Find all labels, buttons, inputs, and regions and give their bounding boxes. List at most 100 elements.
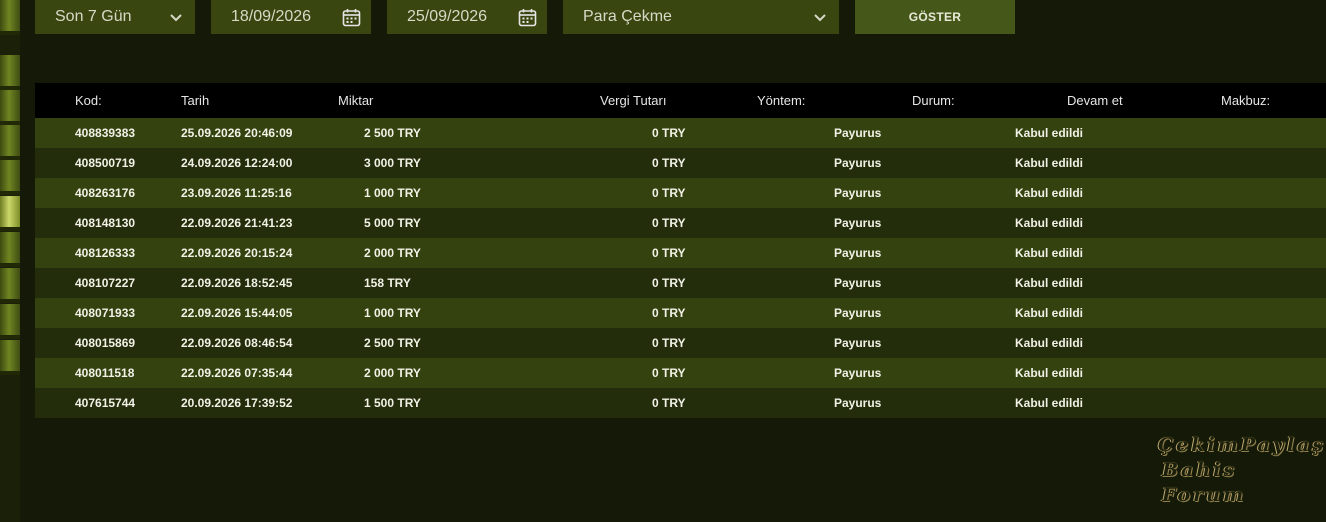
calendar-icon[interactable] (342, 8, 361, 27)
cell-date: 22.09.2026 18:52:45 (181, 276, 293, 290)
table-row: 408148130 22.09.2026 21:41:23 5 000 TRY 0 T… (35, 208, 1326, 238)
cell-code: 407615744 (75, 396, 136, 410)
sidebar-tab[interactable] (0, 340, 20, 375)
cell-status: Kabul edildi (1015, 276, 1084, 290)
header-receipt: Makbuz: (1221, 93, 1271, 108)
date-from-field[interactable]: 18/09/2026 (211, 0, 371, 34)
cell-tax: 0 TRY (652, 306, 686, 320)
header-continue: Devam et (1067, 93, 1123, 108)
cell-tax: 0 TRY (652, 246, 686, 260)
cell-amount: 2 000 TRY (364, 366, 421, 380)
date-to-value: 25/09/2026 (407, 8, 488, 25)
sidebar-tab[interactable] (0, 90, 20, 125)
header-code: Kod: (75, 93, 102, 108)
table-row: 408071933 22.09.2026 15:44:05 1 000 TRY 0 T… (35, 298, 1326, 328)
watermark-line-1: ÇekimPaylaş (1158, 434, 1326, 456)
cell-amount: 1 500 TRY (364, 396, 421, 410)
cell-amount: 158 TRY (364, 276, 411, 290)
chevron-down-icon (814, 14, 826, 22)
cell-date: 20.09.2026 17:39:52 (181, 396, 293, 410)
cell-amount: 5 000 TRY (364, 216, 421, 230)
calendar-icon[interactable] (518, 8, 537, 27)
table-row: 408263176 23.09.2026 11:25:16 1 000 TRY 0 T… (35, 178, 1326, 208)
table-row: 408126333 22.09.2026 20:15:24 2 000 TRY 0 T… (35, 238, 1326, 268)
sidebar-tab[interactable] (0, 304, 20, 339)
header-amount: Miktar (338, 93, 374, 108)
cell-date: 22.09.2026 20:15:24 (181, 246, 293, 260)
cell-code: 408148130 (75, 216, 136, 230)
transaction-type-value: Para Çekme (583, 8, 672, 25)
cell-date: 22.09.2026 07:35:44 (181, 366, 293, 380)
cell-date: 22.09.2026 08:46:54 (181, 336, 293, 350)
cell-code: 408011518 (75, 366, 135, 380)
cell-method: Payurus (834, 396, 882, 410)
header-status: Durum: (912, 93, 955, 108)
cell-date: 22.09.2026 21:41:23 (181, 216, 293, 230)
cell-code: 408263176 (75, 186, 136, 200)
cell-amount: 2 500 TRY (364, 126, 421, 140)
sidebar-tab-active[interactable] (0, 196, 20, 231)
chevron-down-icon (170, 14, 182, 22)
cell-date: 23.09.2026 11:25:16 (181, 186, 292, 200)
cell-method: Payurus (834, 186, 882, 200)
cell-code: 408107227 (75, 276, 136, 290)
cell-date: 22.09.2026 15:44:05 (181, 306, 293, 320)
transaction-type-select[interactable]: Para Çekme (563, 0, 839, 34)
cell-status: Kabul edildi (1015, 366, 1084, 380)
cell-status: Kabul edildi (1015, 156, 1084, 170)
sidebar-tab[interactable] (0, 0, 20, 35)
cell-tax: 0 TRY (652, 156, 686, 170)
table-row: 408015869 22.09.2026 08:46:54 2 500 TRY 0 T… (35, 328, 1326, 358)
cell-date: 24.09.2026 12:24:00 (181, 156, 293, 170)
left-sidebar (0, 0, 20, 522)
date-from-value: 18/09/2026 (231, 8, 312, 25)
cell-method: Payurus (834, 246, 882, 260)
header-date: Tarih (181, 93, 210, 108)
cell-code: 408839383 (75, 126, 136, 140)
cell-status: Kabul edildi (1015, 186, 1084, 200)
cell-status: Kabul edildi (1015, 246, 1084, 260)
period-select-value: Son 7 Gün (55, 8, 132, 25)
cell-tax: 0 TRY (652, 126, 686, 140)
sidebar-tab[interactable] (0, 55, 20, 90)
cell-tax: 0 TRY (652, 336, 686, 350)
cell-tax: 0 TRY (652, 366, 686, 380)
cell-amount: 1 000 TRY (364, 186, 421, 200)
withdrawal-history-table: Kod: Tarih Miktar Vergi Tutarı Yöntem: D… (35, 83, 1326, 418)
cell-status: Kabul edildi (1015, 336, 1084, 350)
forum-watermark: ÇekimPaylaş Bahis Forum (1158, 433, 1326, 508)
cell-tax: 0 TRY (652, 216, 686, 230)
header-tax: Vergi Tutarı (600, 93, 667, 108)
cell-code: 408500719 (75, 156, 136, 170)
header-method: Yöntem: (757, 93, 806, 108)
cell-status: Kabul edildi (1015, 126, 1084, 140)
cell-method: Payurus (834, 306, 882, 320)
table-row: 408011518 22.09.2026 07:35:44 2 000 TRY 0 T… (35, 358, 1326, 388)
show-button[interactable]: GÖSTER (855, 0, 1015, 34)
sidebar-tab[interactable] (0, 232, 20, 267)
table-row: 408500719 24.09.2026 12:24:00 3 000 TRY 0 T… (35, 148, 1326, 178)
cell-amount: 3 000 TRY (364, 156, 421, 170)
cell-method: Payurus (834, 156, 882, 170)
table-row: 408107227 22.09.2026 18:52:45 158 TRY 0 TRY… (35, 268, 1326, 298)
cell-tax: 0 TRY (652, 396, 686, 410)
cell-code: 408071933 (75, 306, 136, 320)
cell-status: Kabul edildi (1015, 396, 1084, 410)
cell-code: 408126333 (75, 246, 136, 260)
cell-status: Kabul edildi (1015, 306, 1084, 320)
cell-method: Payurus (834, 126, 882, 140)
sidebar-tab[interactable] (0, 125, 20, 160)
cell-status: Kabul edildi (1015, 216, 1084, 230)
period-select[interactable]: Son 7 Gün (35, 0, 195, 34)
cell-amount: 2 000 TRY (364, 246, 421, 260)
date-to-field[interactable]: 25/09/2026 (387, 0, 547, 34)
table-row: 408839383 25.09.2026 20:46:09 2 500 TRY 0 T… (35, 118, 1326, 148)
sidebar-tab[interactable] (0, 268, 20, 303)
cell-tax: 0 TRY (652, 186, 686, 200)
cell-method: Payurus (834, 366, 882, 380)
cell-amount: 2 500 TRY (364, 336, 421, 350)
cell-tax: 0 TRY (652, 276, 686, 290)
cell-code: 408015869 (75, 336, 136, 350)
sidebar-tab[interactable] (0, 160, 20, 195)
cell-method: Payurus (834, 276, 882, 290)
